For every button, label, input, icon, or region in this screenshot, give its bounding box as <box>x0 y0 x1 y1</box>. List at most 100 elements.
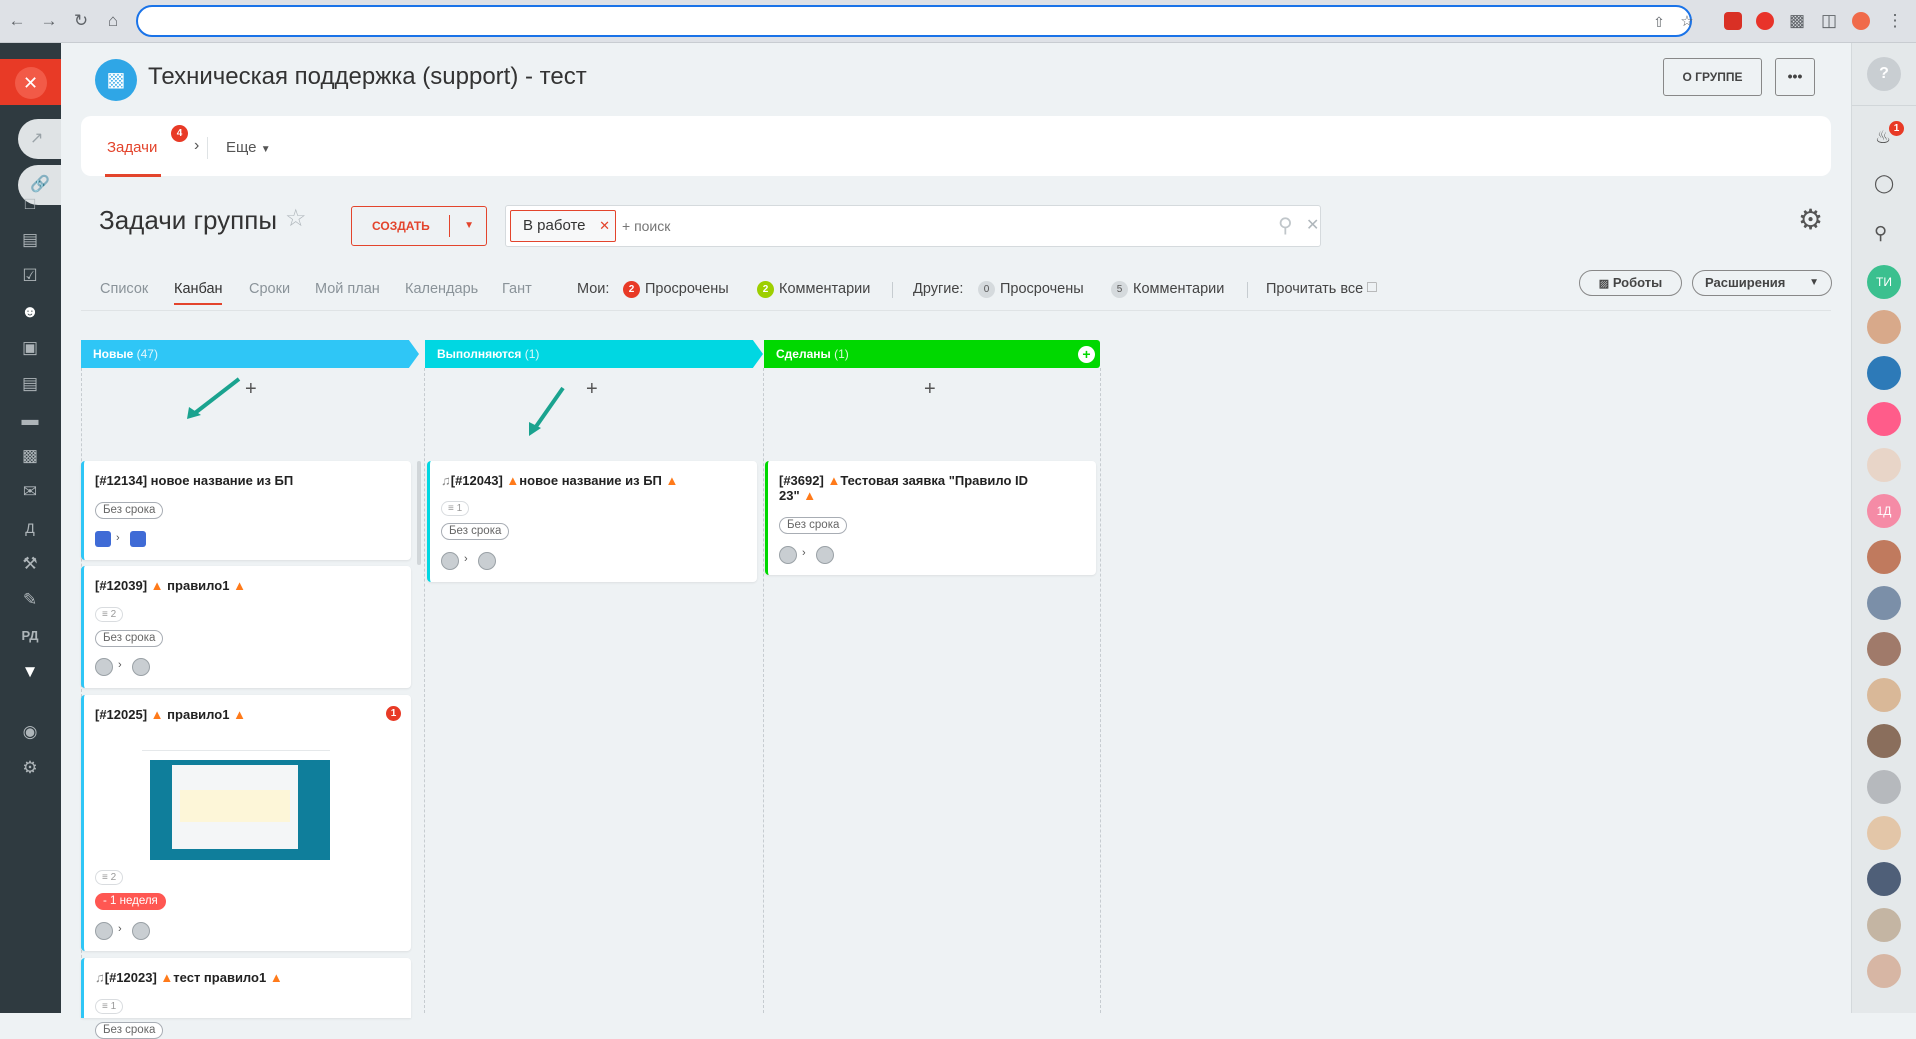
add-column-icon[interactable]: + <box>1078 346 1095 363</box>
avatar[interactable] <box>1867 908 1901 942</box>
search-icon[interactable]: ⚲ <box>1874 223 1887 244</box>
task-title-line2[interactable]: 23" ▲ <box>779 488 816 503</box>
view-calendar[interactable]: Календарь <box>405 281 478 297</box>
chat-icon[interactable]: □ <box>18 193 42 215</box>
sidebar-letters-rd[interactable]: РД <box>18 625 42 647</box>
extensions-button[interactable]: Расширения ▼ <box>1692 270 1832 296</box>
view-gantt[interactable]: Гант <box>502 281 532 297</box>
avatar[interactable] <box>132 922 150 940</box>
task-title[interactable]: [#12039] ▲ правило1 ▲ <box>95 578 246 593</box>
others-comments-link[interactable]: Комментарии <box>1133 281 1224 297</box>
puzzle-icon[interactable]: ▩ <box>1786 10 1808 32</box>
branch-icon[interactable]: ◉ <box>18 721 42 743</box>
drive-icon[interactable]: ▣ <box>18 337 42 359</box>
tasks-icon[interactable]: ☑ <box>18 265 42 287</box>
avatar[interactable] <box>779 546 797 564</box>
avatar[interactable] <box>478 552 496 570</box>
filter-search-box[interactable]: В работе✕ ⚲ ✕ <box>505 205 1321 247</box>
avatar[interactable] <box>1867 402 1901 436</box>
settings-icon[interactable]: ⚙ <box>18 757 42 779</box>
avatar[interactable] <box>1867 310 1901 344</box>
more-menu-button[interactable]: ••• <box>1775 58 1815 96</box>
avatar[interactable] <box>1867 954 1901 988</box>
chat-icon[interactable]: ◯ <box>1874 173 1894 194</box>
chip-remove-icon[interactable]: ✕ <box>599 211 610 241</box>
help-icon[interactable]: ? <box>1867 57 1901 91</box>
column-in-progress-header[interactable]: Выполняются (1) <box>425 340 763 368</box>
mine-comments-link[interactable]: Комментарии <box>779 281 870 297</box>
avatar[interactable] <box>1867 678 1901 712</box>
avatar[interactable] <box>441 552 459 570</box>
calendar-icon[interactable]: ▤ <box>18 229 42 251</box>
task-title[interactable]: [#3692] ▲Тестовая заявка "Правило ID <box>779 473 1028 488</box>
robots-button[interactable]: ▨ Роботы <box>1579 270 1682 296</box>
address-bar[interactable]: ⇧ ☆ <box>136 5 1694 37</box>
extension-icon[interactable] <box>1724 12 1742 30</box>
star-icon[interactable]: ☆ <box>285 204 307 233</box>
reports-icon[interactable]: ▩ <box>18 445 42 467</box>
storage-icon[interactable]: ▬ <box>18 409 42 431</box>
sidebar-letter-d[interactable]: Д <box>18 517 42 539</box>
menu-dots-icon[interactable]: ⋮ <box>1884 10 1906 32</box>
others-overdue-link[interactable]: Просрочены <box>1000 281 1084 297</box>
read-all-link[interactable]: Прочитать все <box>1266 281 1363 297</box>
close-icon[interactable]: ✕ <box>14 67 47 99</box>
avatar[interactable] <box>1867 770 1901 804</box>
task-title[interactable]: [#12134] новое название из БП <box>95 473 293 488</box>
search-icon[interactable]: ⚲ <box>1278 213 1293 238</box>
avatar[interactable] <box>1867 862 1901 896</box>
deadline-tag[interactable]: - 1 неделя <box>95 893 166 910</box>
deadline-tag[interactable]: Без срока <box>95 630 164 647</box>
column-done-header[interactable]: Сделаны (1) + <box>764 340 1100 368</box>
avatar[interactable]: ТИ <box>1867 265 1901 299</box>
task-title[interactable]: ♫[#12043] ▲новое название из БП ▲ <box>441 473 678 488</box>
task-card[interactable]: [#12134] новое название из БП Без срока … <box>81 461 411 560</box>
avatar[interactable] <box>1867 356 1901 390</box>
profile-icon[interactable] <box>1852 12 1870 30</box>
tools-icon[interactable]: ⚒ <box>18 553 42 575</box>
task-card[interactable]: [#3692] ▲Тестовая заявка "Правило ID 23"… <box>765 461 1096 575</box>
chevron-down-icon[interactable]: ▼ <box>1809 271 1819 295</box>
view-my-plan[interactable]: Мой план <box>315 281 380 297</box>
bookmark-star-icon[interactable]: ☆ <box>1676 11 1698 33</box>
chevron-down-icon[interactable]: ▼ <box>18 661 42 683</box>
avatar[interactable] <box>1867 816 1901 850</box>
task-card[interactable]: [#12039] ▲ правило1 ▲ ≡ 2 Без срока › <box>81 566 411 688</box>
deadline-tag[interactable]: Без срока <box>779 517 848 534</box>
scrollbar[interactable] <box>417 461 421 565</box>
avatar[interactable] <box>130 531 146 547</box>
tab-tasks[interactable]: Задачи <box>104 139 162 177</box>
task-card[interactable]: [#12025] ▲ правило1 ▲ 1 ≡ 2 - 1 неделя › <box>81 695 411 951</box>
avatar[interactable] <box>1867 632 1901 666</box>
avatar[interactable] <box>95 922 113 940</box>
task-card[interactable]: ♫[#12023] ▲тест правило1 ▲ ≡ 1 <box>81 958 411 1018</box>
task-title[interactable]: [#12025] ▲ правило1 ▲ <box>95 707 246 722</box>
avatar[interactable] <box>1867 724 1901 758</box>
share-icon[interactable]: ⇧ <box>1648 11 1670 33</box>
avatar[interactable] <box>1867 448 1901 482</box>
back-icon[interactable]: ← <box>6 10 28 32</box>
deadline-tag[interactable]: Без срока <box>95 502 164 519</box>
home-icon[interactable]: ⌂ <box>102 10 124 32</box>
mail-icon[interactable]: ✉ <box>18 481 42 503</box>
view-list[interactable]: Список <box>100 281 148 297</box>
docs-icon[interactable]: ▤ <box>18 373 42 395</box>
gear-icon[interactable]: ⚙ <box>1798 203 1823 236</box>
attachment-preview[interactable] <box>142 745 330 860</box>
task-card[interactable]: ♫[#12043] ▲новое название из БП ▲ ≡ 1 Бе… <box>427 461 757 582</box>
clear-icon[interactable]: ✕ <box>1306 215 1319 235</box>
filter-chip[interactable]: В работе ✕ <box>510 210 616 242</box>
avatar[interactable] <box>1867 540 1901 574</box>
create-task-button[interactable]: СОЗДАТЬ ▼ <box>351 206 487 246</box>
extension-icon[interactable] <box>1756 12 1774 30</box>
close-button[interactable]: ✕ <box>0 59 61 105</box>
avatar[interactable]: 1Д <box>1867 494 1901 528</box>
deadline-tag[interactable]: Без срока <box>95 1022 164 1039</box>
reload-icon[interactable]: ↻ <box>70 10 92 32</box>
edit-icon[interactable]: ✎ <box>18 589 42 611</box>
view-kanban[interactable]: Канбан <box>174 281 223 297</box>
tab-more[interactable]: Еще ▼ <box>226 139 271 156</box>
column-new-header[interactable]: Новые (47) <box>81 340 419 368</box>
view-deadlines[interactable]: Сроки <box>249 281 290 297</box>
avatar[interactable] <box>95 531 111 547</box>
